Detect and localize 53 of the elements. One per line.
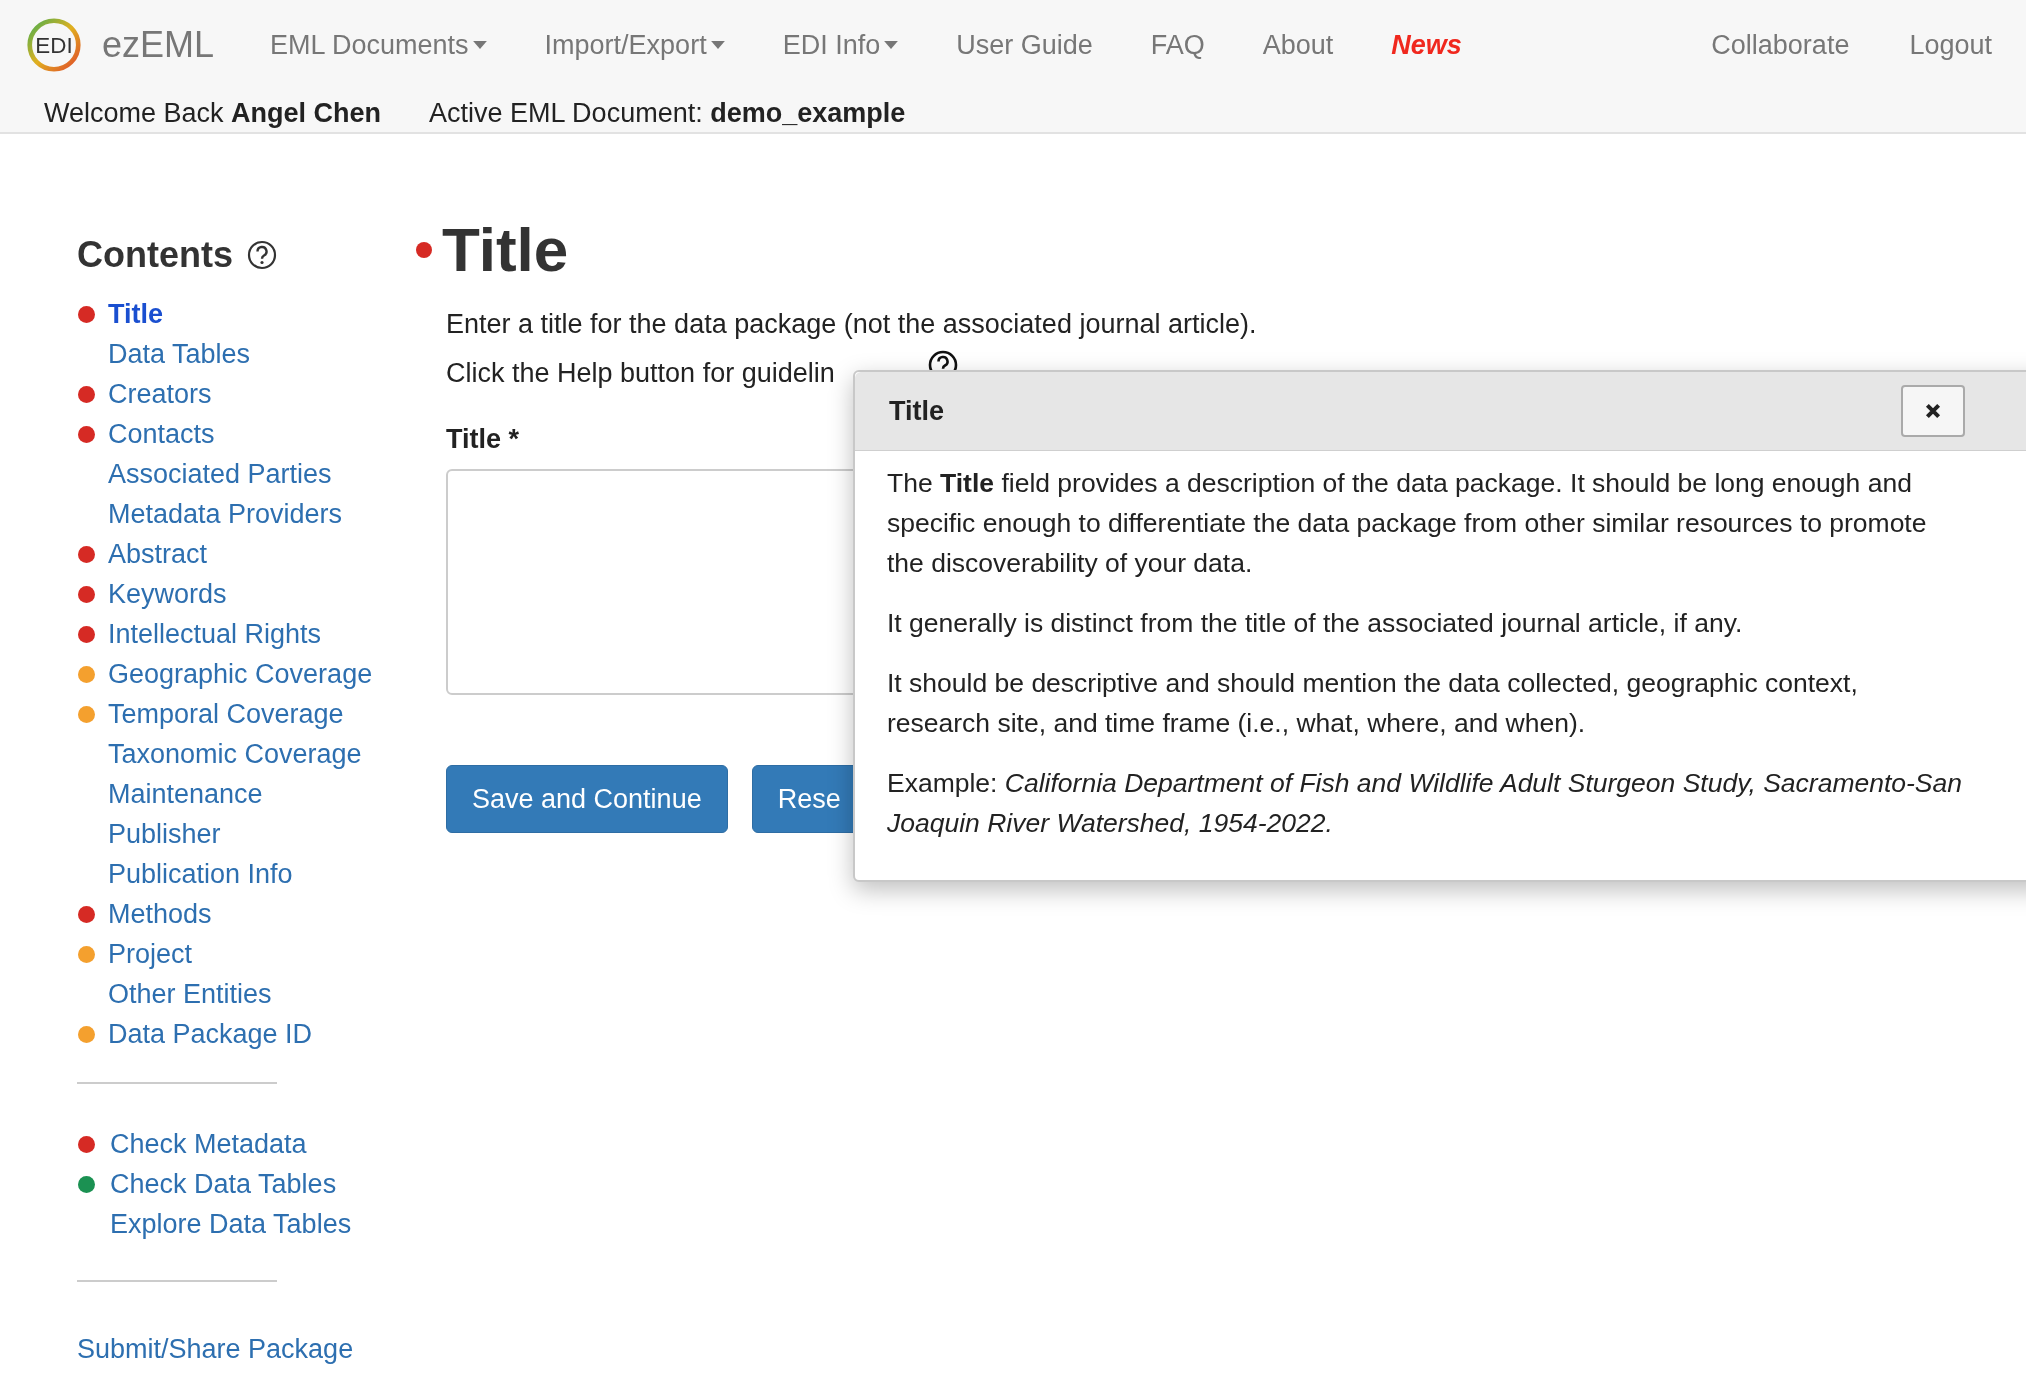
contents-link[interactable]: Keywords — [108, 578, 227, 610]
nav-link[interactable]: FAQ — [1150, 29, 1205, 61]
dialog-paragraph: The Title field provides a description of the data package. It should be long enough and specific enough to differentiate the data package from other similar resources to promote the discoverability of your data. — [887, 467, 1928, 580]
dialog-paragraph: It generally is distinct from the title of the associated journal article, if any. — [887, 607, 1744, 640]
contents-link[interactable]: Creators — [108, 378, 212, 410]
nav-dropdown[interactable]: Import/Export — [544, 29, 725, 61]
tool-link[interactable]: Explore Data Tables — [110, 1208, 352, 1240]
close-button[interactable] — [1901, 385, 1965, 437]
nav-dropdown[interactable]: EML Documents — [270, 29, 487, 61]
contents-link[interactable]: Contacts — [108, 418, 215, 450]
intro-text: Enter a title for the data package (not the associated journal article). — [446, 309, 1258, 340]
dialog-paragraph: Example: California Department of Fish and Wildlife Adult Sturgeon Study, Sacramento-San Joaquin River Watershed, 1954-2022. — [887, 767, 1963, 840]
contents-link[interactable]: Methods — [108, 898, 212, 930]
nav-link[interactable]: Collaborate — [1711, 29, 1850, 61]
logo-icon[interactable]: EDI — [26, 17, 82, 73]
contents-link[interactable]: Metadata Providers — [108, 498, 343, 530]
tool-link[interactable]: Check Metadata — [110, 1128, 307, 1160]
help-icon[interactable] — [247, 240, 277, 270]
nav-link[interactable]: Logout — [1909, 29, 1992, 61]
contents-link[interactable]: Associated Parties — [108, 458, 332, 490]
help-text: Click the Help button for guidelin — [446, 358, 835, 389]
nav-dropdown[interactable]: EDI Info — [782, 29, 899, 61]
dialog-paragraph: It should be descriptive and should mention the data collected, geographic context, research site, and time frame (i.e., what, where, and when). — [887, 667, 1859, 740]
caret-icon — [472, 41, 487, 49]
contents-link[interactable]: Maintenance — [108, 778, 263, 810]
submit-link[interactable]: Submit/Share Package — [77, 1334, 446, 1365]
tool-link[interactable]: Check Data Tables — [110, 1168, 337, 1200]
page-heading: Title — [442, 214, 569, 285]
brand-link[interactable]: ezEML — [102, 24, 215, 66]
contents-link[interactable]: Project — [108, 938, 193, 970]
active-document-text: Active EML Document: demo_example — [429, 98, 906, 129]
nav-link[interactable]: News — [1391, 29, 1462, 61]
welcome-text: Welcome Back Angel Chen — [44, 98, 382, 129]
contents-link[interactable]: Abstract — [108, 538, 208, 570]
field-label: Title * — [446, 424, 520, 455]
close-icon — [1924, 402, 1942, 420]
nav-link[interactable]: User Guide — [956, 29, 1093, 61]
contents-link[interactable]: Publication Info — [108, 858, 293, 890]
caret-icon — [884, 41, 899, 49]
dialog-title: Title — [889, 395, 944, 427]
contents-link[interactable]: Title — [108, 298, 163, 330]
contents-link[interactable]: Temporal Coverage — [108, 698, 344, 730]
contents-title: Contents — [77, 234, 233, 276]
contents-link[interactable]: Data Package ID — [108, 1018, 313, 1050]
contents-link[interactable]: Data Tables — [108, 338, 251, 370]
contents-link[interactable]: Other Entities — [108, 978, 272, 1010]
contents-link[interactable]: Taxonomic Coverage — [108, 738, 362, 770]
nav-link[interactable]: About — [1262, 29, 1334, 61]
caret-icon — [710, 41, 725, 49]
contents-link[interactable]: Geographic Coverage — [108, 658, 373, 690]
form-button[interactable]: Save and Continue — [446, 765, 728, 833]
contents-link[interactable]: Intellectual Rights — [108, 618, 322, 650]
contents-link[interactable]: Publisher — [108, 818, 221, 850]
